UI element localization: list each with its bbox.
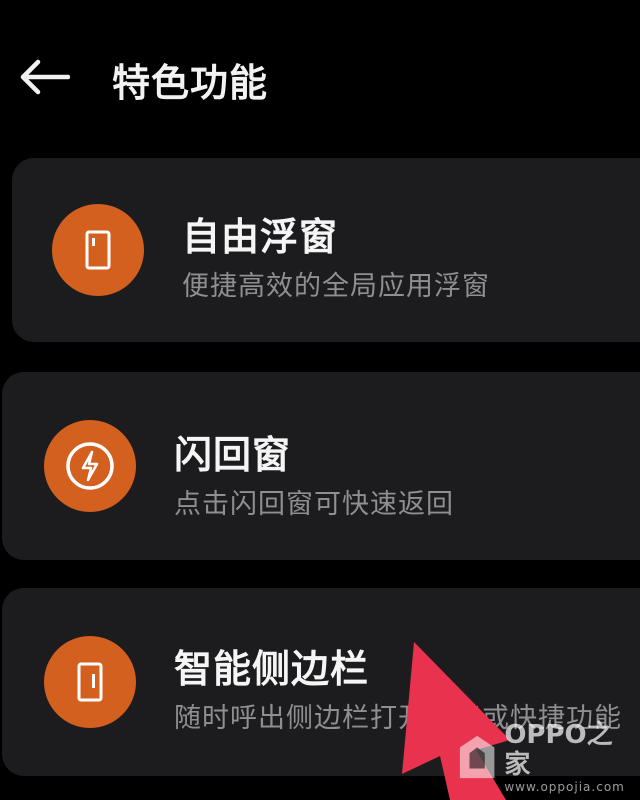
back-button[interactable] bbox=[14, 54, 74, 100]
floating-window-icon bbox=[85, 230, 111, 270]
page-title: 特色功能 bbox=[112, 61, 269, 105]
watermark: OPPO之家 www.oppojia.com bbox=[458, 720, 633, 794]
feature-card-flashback-window[interactable]: 闪回窗 点击闪回窗可快速返回 bbox=[2, 372, 640, 560]
feature-icon-badge bbox=[44, 420, 136, 512]
feature-title: 自由浮窗 bbox=[182, 215, 339, 259]
feature-subtitle: 便捷高效的全局应用浮窗 bbox=[182, 271, 490, 302]
feature-icon-badge bbox=[52, 204, 144, 296]
feature-card-floating-window[interactable]: 自由浮窗 便捷高效的全局应用浮窗 bbox=[12, 158, 640, 342]
sidebar-icon bbox=[77, 662, 103, 702]
watermark-brand: OPPO之家 bbox=[504, 720, 613, 780]
app-header: 特色功能 bbox=[0, 0, 640, 150]
feature-title: 闪回窗 bbox=[174, 433, 292, 477]
watermark-url: www.oppojia.com bbox=[504, 780, 625, 794]
oppojia-logo-icon bbox=[459, 735, 495, 779]
feature-icon-badge bbox=[44, 636, 136, 728]
lightning-bolt-icon bbox=[66, 442, 114, 490]
feature-subtitle: 点击闪回窗可快速返回 bbox=[174, 489, 454, 520]
arrow-left-icon bbox=[20, 59, 70, 95]
feature-title: 智能侧边栏 bbox=[174, 647, 370, 691]
watermark-text: OPPO之家 www.oppojia.com bbox=[504, 720, 633, 794]
